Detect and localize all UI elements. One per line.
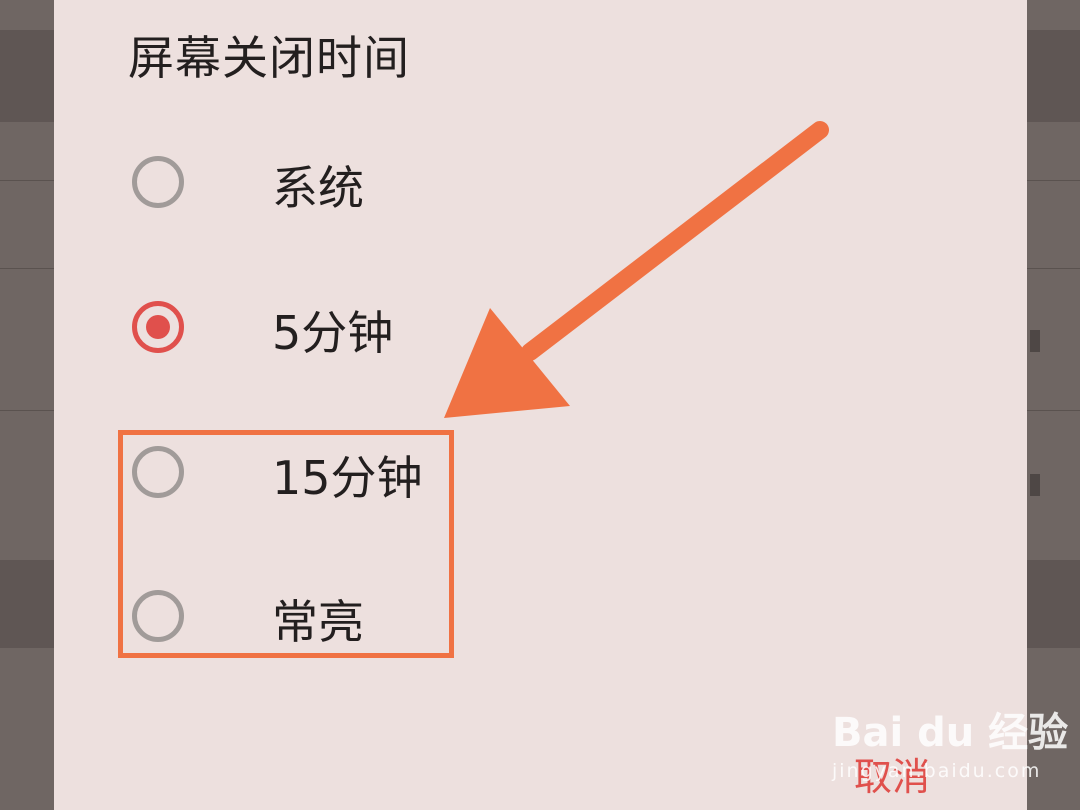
baidu-jingyan-watermark: Bai du 经验 jingyan.baidu.com <box>832 700 1068 782</box>
annotation-arrow-icon <box>444 121 829 418</box>
screen: 屏幕关闭时间 系统 5分钟 15分钟 常亮 取消 Bai du 经验 jingy… <box>0 0 1080 810</box>
watermark-url: jingyan.baidu.com <box>832 760 1042 782</box>
watermark-logo-text: Bai du 经验 <box>832 710 1069 756</box>
